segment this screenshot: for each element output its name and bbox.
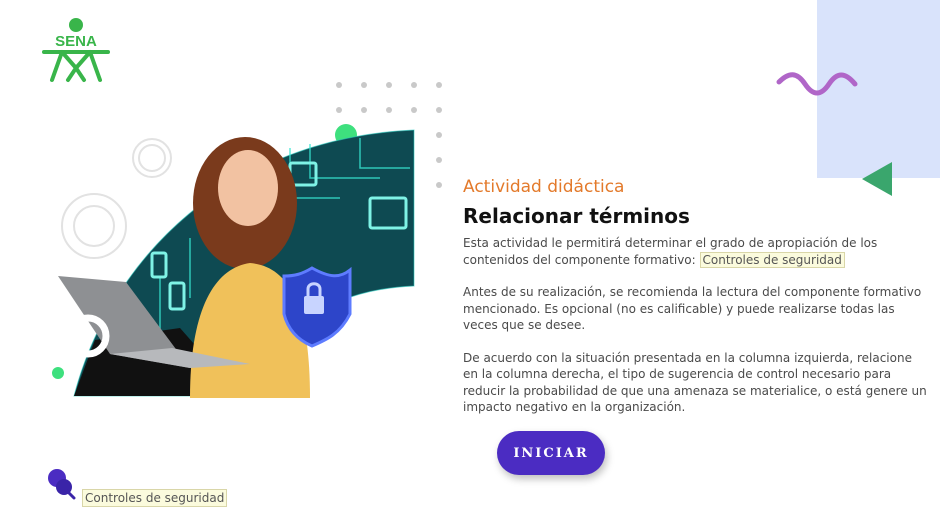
lock-shield-icon <box>282 266 352 348</box>
component-name-highlight: Controles de seguridad <box>699 251 845 268</box>
sena-logo: SENA <box>42 18 110 82</box>
svg-text:SENA: SENA <box>55 33 97 50</box>
squiggle-decoration <box>776 72 858 96</box>
recommendation-paragraph: Antes de su realización, se recomienda l… <box>463 285 922 332</box>
intro-paragraph: Esta actividad le permitirá determinar e… <box>463 235 928 268</box>
activity-kicker: Actividad didáctica <box>463 177 625 197</box>
instructions-paragraph: De acuerdo con la situación presentada e… <box>463 350 927 415</box>
activity-title: Relacionar términos <box>463 204 690 228</box>
start-button[interactable]: INICIAR <box>497 431 605 475</box>
activity-description: Actividad didáctica Relacionar términos … <box>463 176 928 432</box>
pin-icon <box>48 469 76 500</box>
hero-illustration <box>52 82 442 398</box>
footer-component-label: Controles de seguridad <box>82 489 228 507</box>
